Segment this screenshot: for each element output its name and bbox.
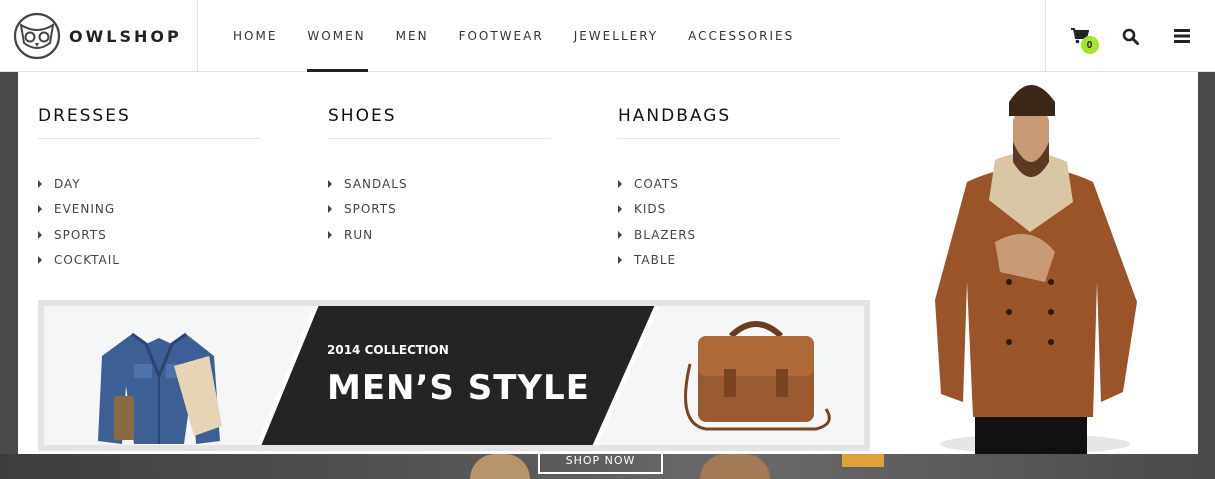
- promo-banner[interactable]: 2014 COLLECTION MEN’S STYLE: [38, 300, 870, 451]
- nav-item-footwear[interactable]: FOOTWEAR: [444, 0, 559, 72]
- nav-item-men[interactable]: MEN: [381, 0, 444, 72]
- column-list: SANDALS SPORTS RUN: [328, 171, 550, 248]
- menu-link[interactable]: TABLE: [618, 248, 840, 274]
- column-list: COATS KIDS BLAZERS TABLE: [618, 171, 840, 273]
- site-header: OWLSHOP HOME WOMEN MEN FOOTWEAR JEWELLER…: [0, 0, 1215, 72]
- menu-link[interactable]: RUN: [328, 222, 550, 248]
- menu-link-label: DAY: [54, 176, 81, 191]
- column-list: DAY EVENING SPORTS COCKTAIL: [38, 171, 260, 273]
- menu-link-label: EVENING: [54, 202, 116, 217]
- nav-item-home[interactable]: HOME: [218, 0, 292, 72]
- menu-link-label: SPORTS: [344, 202, 397, 217]
- menu-link[interactable]: DAY: [38, 171, 260, 197]
- menu-link[interactable]: SPORTS: [328, 197, 550, 223]
- menu-link[interactable]: EVENING: [38, 197, 260, 223]
- menu-column-handbags: HANDBAGS COATS KIDS BLAZERS TABLE: [618, 106, 840, 273]
- hero-image-detail: [700, 454, 770, 479]
- menu-link-label: COCKTAIL: [54, 253, 120, 268]
- menu-link[interactable]: SANDALS: [328, 171, 550, 197]
- main-navigation: HOME WOMEN MEN FOOTWEAR JEWELLERY ACCESS…: [218, 0, 809, 72]
- nav-item-women[interactable]: WOMEN: [292, 0, 380, 72]
- menu-link-label: BLAZERS: [634, 227, 697, 242]
- menu-link[interactable]: KIDS: [618, 197, 840, 223]
- menu-link[interactable]: BLAZERS: [618, 222, 840, 248]
- menu-link-label: COATS: [634, 176, 679, 191]
- caret-right-icon: [618, 179, 622, 188]
- banner-subtitle: 2014 COLLECTION: [327, 343, 449, 357]
- nav-item-accessories[interactable]: ACCESSORIES: [673, 0, 809, 72]
- menu-column-shoes: SHOES SANDALS SPORTS RUN: [328, 106, 550, 248]
- search-button[interactable]: [1116, 21, 1146, 51]
- hero-image-detail: [842, 454, 884, 467]
- menu-link-label: RUN: [344, 227, 374, 242]
- hamburger-menu-icon: [1173, 29, 1190, 43]
- caret-right-icon: [618, 256, 622, 265]
- menu-link-label: KIDS: [634, 202, 667, 217]
- owl-logo-icon: [13, 12, 61, 60]
- promo-banner-content: 2014 COLLECTION MEN’S STYLE: [44, 306, 864, 445]
- brand-name: OWLSHOP: [69, 26, 182, 46]
- column-title: SHOES: [328, 106, 550, 139]
- menu-link[interactable]: COCKTAIL: [38, 248, 260, 274]
- caret-right-icon: [38, 179, 42, 188]
- caret-right-icon: [38, 256, 42, 265]
- menu-button[interactable]: [1167, 21, 1197, 51]
- caret-right-icon: [328, 230, 332, 239]
- caret-right-icon: [618, 230, 622, 239]
- cart-count-badge: 0: [1080, 36, 1099, 54]
- caret-right-icon: [328, 179, 332, 188]
- brand-logo[interactable]: OWLSHOP: [0, 0, 198, 72]
- header-tools: 0: [1045, 0, 1215, 72]
- column-title: HANDBAGS: [618, 106, 840, 139]
- menu-link-label: TABLE: [634, 253, 677, 268]
- nav-item-jewellery[interactable]: JEWELLERY: [559, 0, 673, 72]
- caret-right-icon: [618, 205, 622, 214]
- column-title: DRESSES: [38, 106, 260, 139]
- search-icon: [1122, 28, 1139, 45]
- caret-right-icon: [38, 230, 42, 239]
- leather-bag-image: [684, 321, 831, 431]
- caret-right-icon: [38, 205, 42, 214]
- menu-link[interactable]: COATS: [618, 171, 840, 197]
- menu-link[interactable]: SPORTS: [38, 222, 260, 248]
- caret-right-icon: [328, 205, 332, 214]
- menu-link-label: SANDALS: [344, 176, 408, 191]
- menu-column-dresses: DRESSES DAY EVENING SPORTS COCKTAIL: [38, 106, 260, 273]
- model-leather-jacket-image: [935, 85, 1137, 454]
- banner-title: MEN’S STYLE: [327, 368, 590, 408]
- cart-button[interactable]: 0: [1065, 21, 1099, 54]
- menu-link-label: SPORTS: [54, 227, 107, 242]
